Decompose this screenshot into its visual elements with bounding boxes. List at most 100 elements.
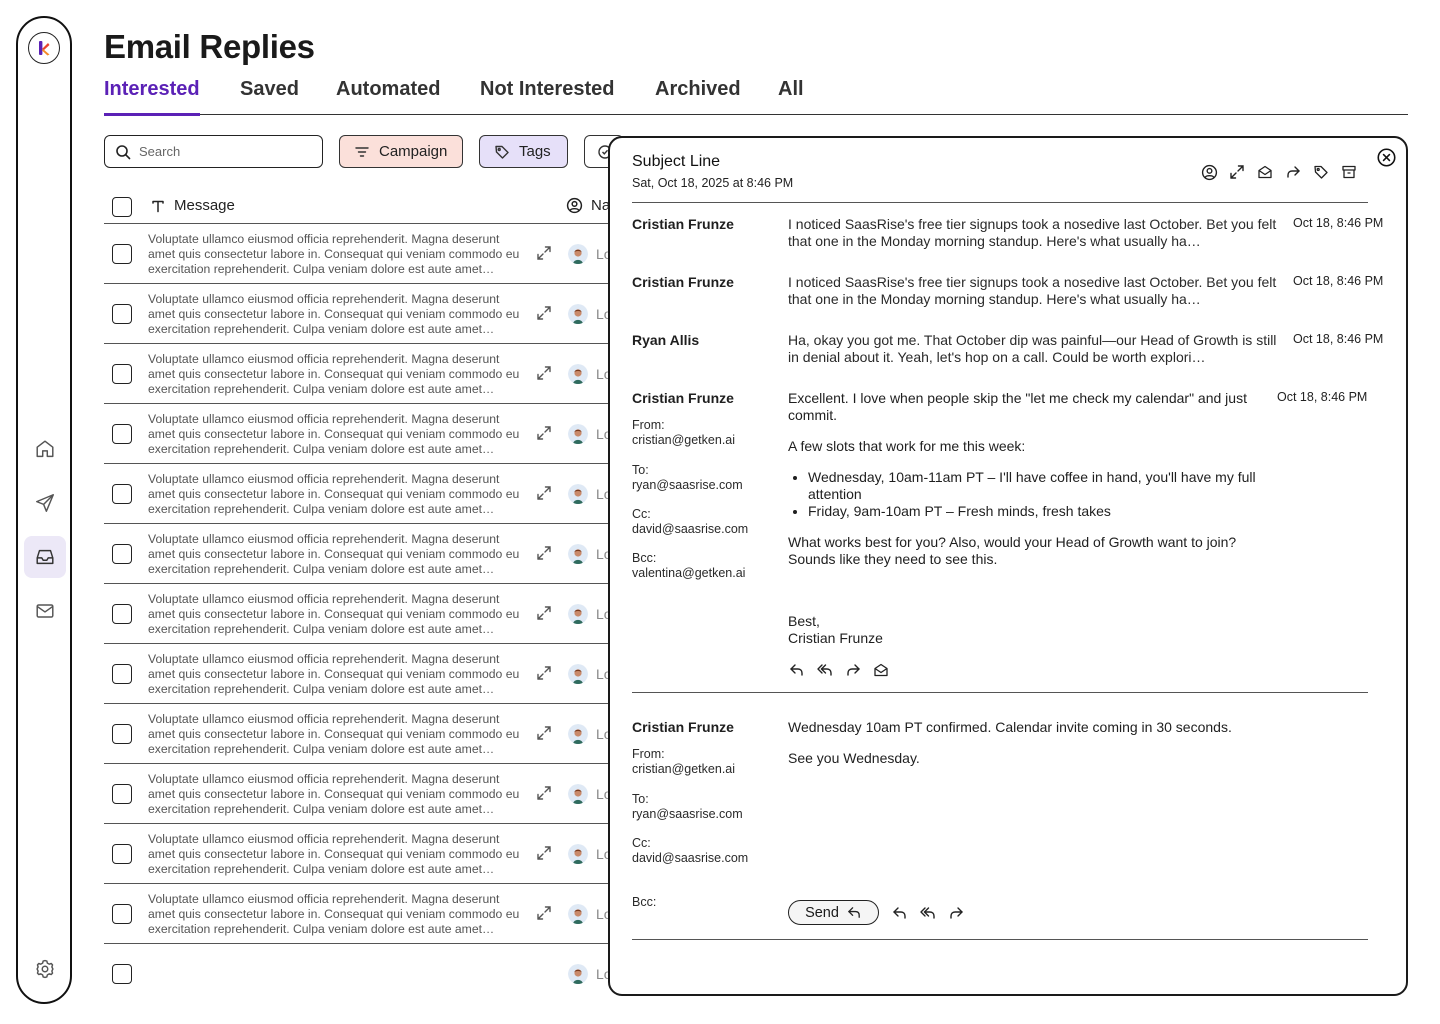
expand-row-button[interactable] [536, 245, 552, 261]
settings-icon [36, 959, 54, 979]
tab-bar: Interested Saved Automated Not Intereste… [104, 78, 1408, 116]
forward-button[interactable] [1284, 163, 1302, 181]
nav-send-button[interactable] [24, 482, 66, 524]
expand-row-button[interactable] [536, 905, 552, 921]
expand-icon [1230, 165, 1244, 179]
signature: Cristian Frunze [788, 630, 883, 646]
draft-body[interactable]: Wednesday 10am PT confirmed. Calendar in… [788, 719, 1268, 767]
draft-line: See you Wednesday. [788, 750, 920, 766]
row-message: Voluptate ullamco eiusmod officia repreh… [148, 352, 520, 396]
reply-all-button[interactable] [816, 661, 834, 679]
home-icon [36, 440, 54, 458]
avatar-image [568, 904, 588, 924]
reply-all-mode-button[interactable] [919, 904, 937, 922]
reply-all-icon [817, 664, 832, 676]
select-all-checkbox[interactable] [112, 197, 132, 217]
send-button[interactable]: Send [788, 900, 879, 925]
reply-icon [893, 907, 906, 919]
row-checkbox[interactable] [112, 424, 132, 444]
expand-row-button[interactable] [536, 365, 552, 381]
reply-icon [790, 664, 803, 676]
tab-interested[interactable]: Interested [104, 78, 200, 116]
cc-address: david@saasrise.com [632, 522, 749, 536]
avatar-image [568, 544, 588, 564]
avatar [568, 664, 588, 684]
campaign-filter-button[interactable]: Campaign [339, 135, 463, 168]
archive-button[interactable] [1340, 163, 1358, 181]
reply-mode-button[interactable] [891, 904, 909, 922]
forward-icon [1287, 166, 1300, 178]
expand-row-button[interactable] [536, 845, 552, 861]
search-icon [116, 144, 131, 159]
expand-row-button[interactable] [536, 485, 552, 501]
row-checkbox[interactable] [112, 304, 132, 324]
row-checkbox[interactable] [112, 904, 132, 924]
tag-button[interactable] [1312, 163, 1330, 181]
row-checkbox[interactable] [112, 724, 132, 744]
tags-filter-label: Tags [519, 143, 551, 160]
to-field: To: ryan@saasrise.com [632, 792, 782, 822]
expand-row-button[interactable] [536, 785, 552, 801]
expanded-sender: Cristian Frunze [632, 390, 734, 406]
close-icon [1377, 148, 1396, 167]
nav-inbox-button[interactable] [24, 536, 66, 578]
expand-button[interactable] [1228, 163, 1246, 181]
message-body: Excellent. I love when people skip the "… [788, 390, 1268, 647]
row-checkbox[interactable] [112, 964, 132, 984]
expand-row-button[interactable] [536, 545, 552, 561]
body-paragraph: Excellent. I love when people skip the "… [788, 390, 1247, 423]
mark-read-button[interactable] [872, 661, 890, 679]
nav-mail-button[interactable] [24, 590, 66, 632]
row-checkbox[interactable] [112, 364, 132, 384]
app-logo[interactable] [28, 32, 60, 64]
search-input[interactable] [139, 144, 309, 159]
mark-read-button[interactable] [1256, 163, 1274, 181]
tags-filter-button[interactable]: Tags [479, 135, 568, 168]
message-column-header[interactable]: Message [150, 197, 235, 214]
search-box[interactable] [104, 135, 323, 168]
row-checkbox[interactable] [112, 544, 132, 564]
close-panel-button[interactable] [1377, 148, 1396, 167]
row-message: Voluptate ullamco eiusmod officia repreh… [148, 292, 520, 336]
from-field: From: cristian@getken.ai [632, 418, 782, 448]
tab-all[interactable]: All [778, 78, 804, 115]
row-checkbox[interactable] [112, 844, 132, 864]
row-checkbox[interactable] [112, 484, 132, 504]
assign-contact-button[interactable] [1200, 163, 1218, 181]
forward-button[interactable] [844, 661, 862, 679]
expand-row-button[interactable] [536, 665, 552, 681]
forward-mode-button[interactable] [947, 904, 965, 922]
row-checkbox[interactable] [112, 784, 132, 804]
reply-icon [848, 907, 860, 918]
avatar-image [568, 304, 588, 324]
nav-home-button[interactable] [24, 428, 66, 470]
tab-saved[interactable]: Saved [240, 78, 299, 115]
avatar-image [568, 244, 588, 264]
expand-row-button[interactable] [536, 725, 552, 741]
tab-not-interested[interactable]: Not Interested [480, 78, 614, 115]
tag-icon [495, 145, 509, 159]
tab-archived[interactable]: Archived [655, 78, 741, 115]
avatar [568, 724, 588, 744]
to-label: To: [632, 792, 649, 806]
avatar-image [568, 604, 588, 624]
draft-sender: Cristian Frunze [632, 719, 734, 735]
avatar [568, 904, 588, 924]
reply-button[interactable] [788, 661, 806, 679]
tab-automated[interactable]: Automated [336, 78, 440, 115]
email-detail-panel: Subject Line Sat, Oct 18, 2025 at 8:46 P… [608, 136, 1408, 996]
expand-row-button[interactable] [536, 605, 552, 621]
thread-sender: Ryan Allis [632, 332, 700, 348]
thread-preview: I noticed SaasRise's free tier signups t… [788, 216, 1277, 249]
from-label: From: [632, 747, 665, 761]
expand-row-button[interactable] [536, 425, 552, 441]
bcc-field[interactable]: Bcc: [632, 895, 782, 910]
nav-settings-button[interactable] [24, 948, 66, 990]
name-column-header[interactable]: Na [566, 197, 610, 214]
row-checkbox[interactable] [112, 664, 132, 684]
row-checkbox[interactable] [112, 244, 132, 264]
row-checkbox[interactable] [112, 604, 132, 624]
campaign-filter-label: Campaign [379, 143, 448, 160]
draft-line: Wednesday 10am PT confirmed. Calendar in… [788, 719, 1232, 735]
expand-row-button[interactable] [536, 305, 552, 321]
